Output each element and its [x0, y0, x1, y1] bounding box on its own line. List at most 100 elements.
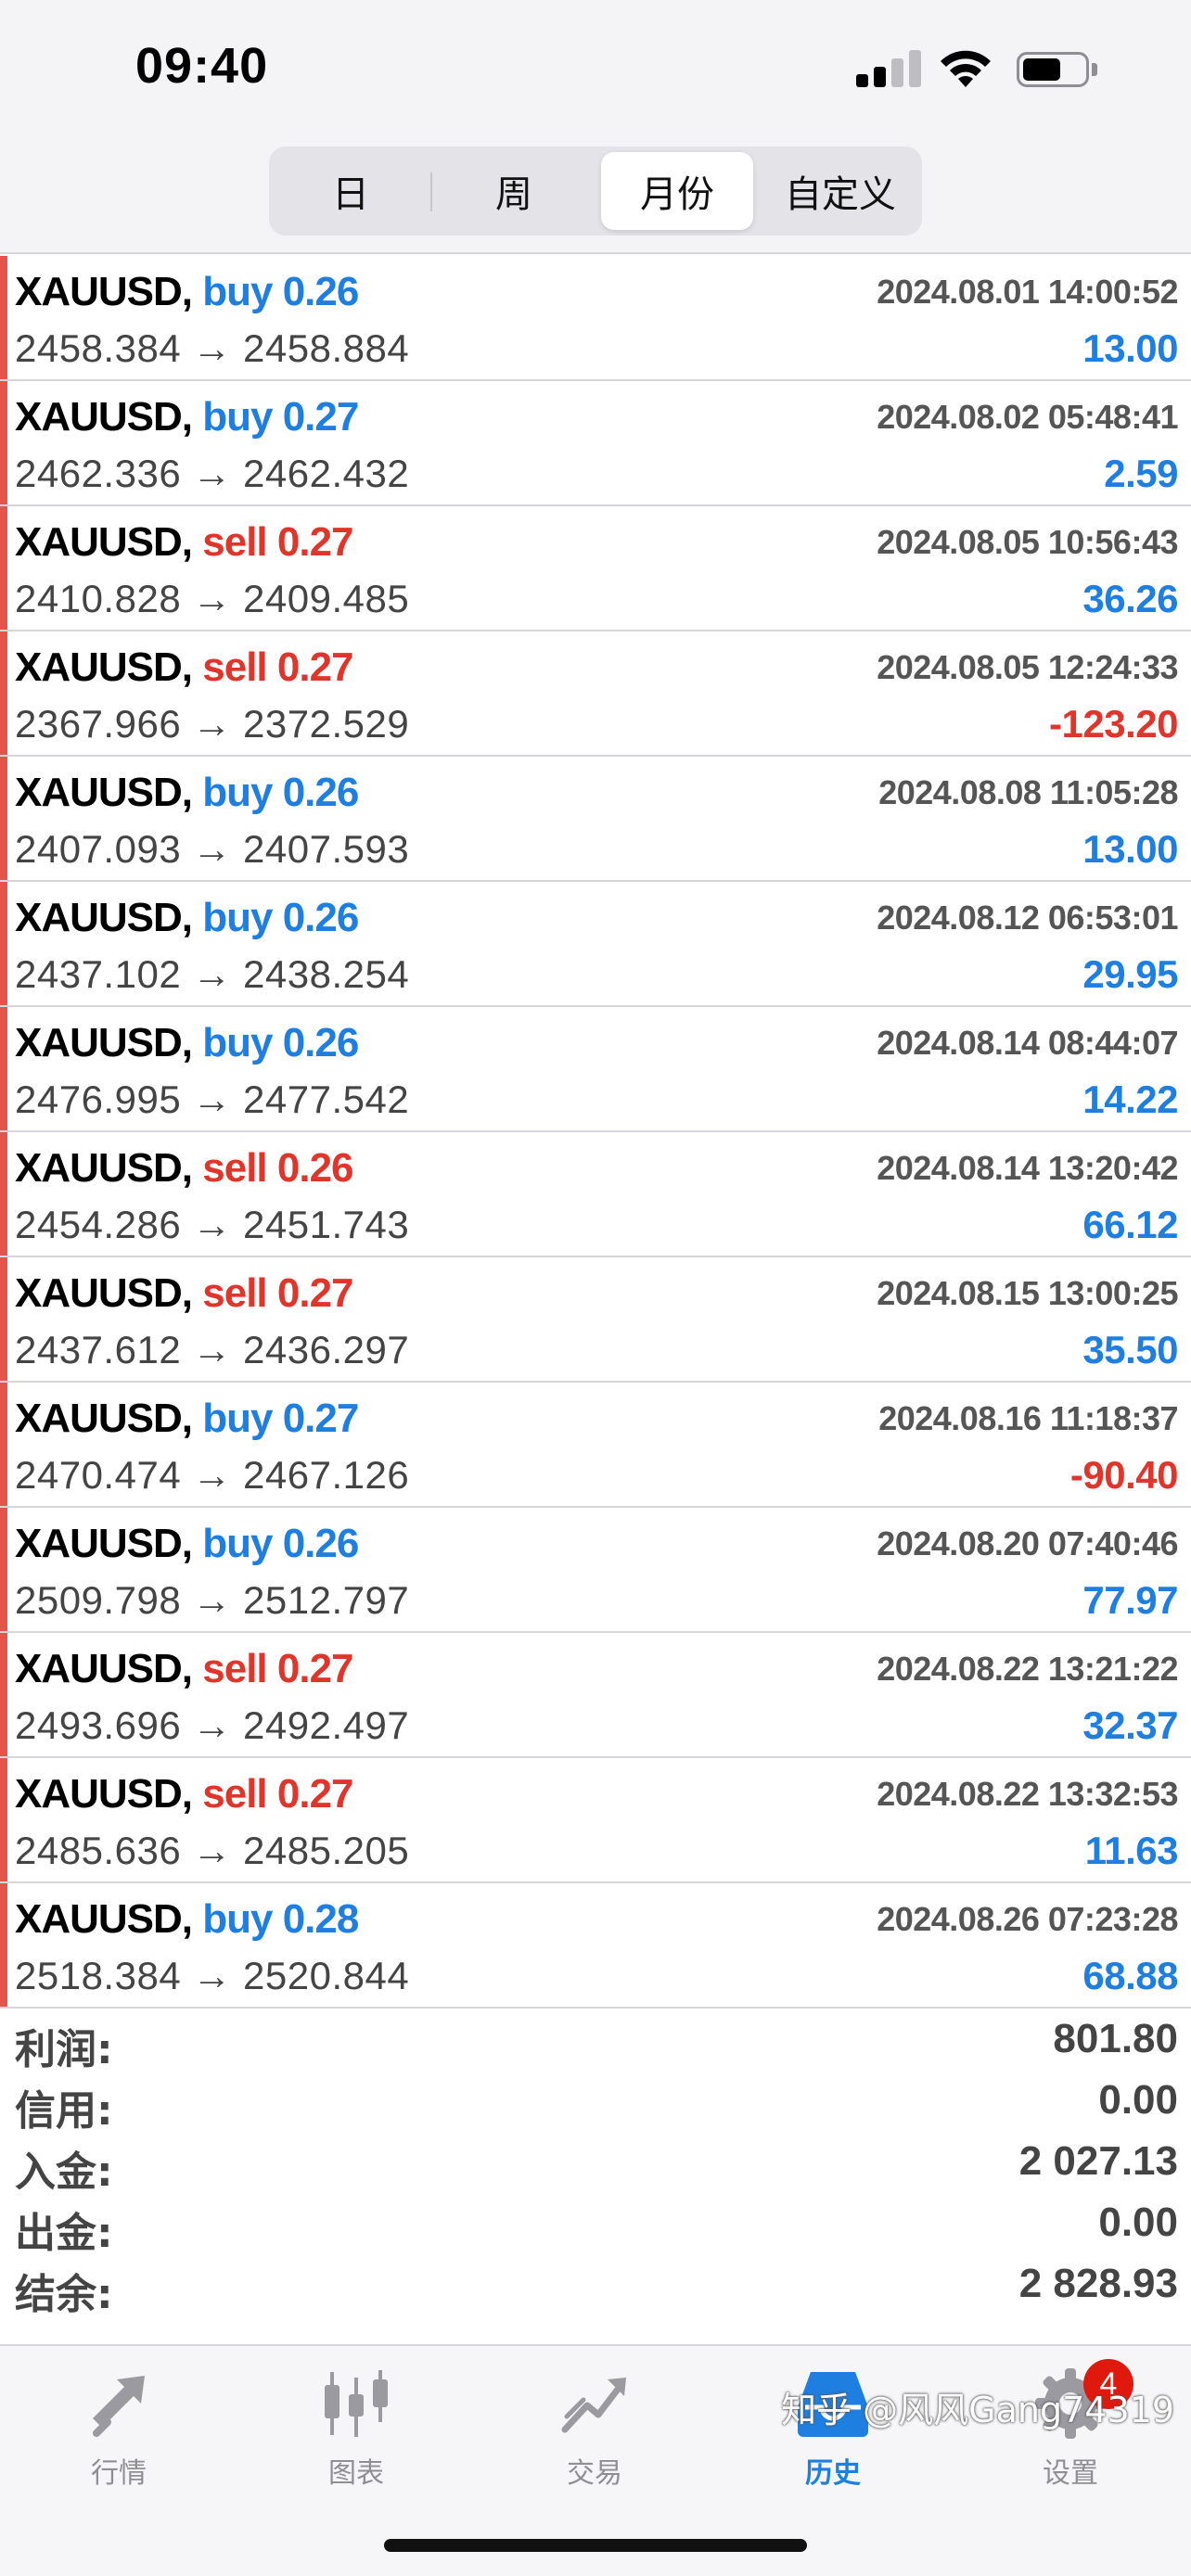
period-month-tab[interactable]: 月份 [601, 152, 753, 230]
trade-row[interactable]: XAUUSD, buy 0.26 2024.08.12 06:53:01 2437.… [0, 882, 1191, 1007]
trade-prices: 2410.828 → 2409.485 [15, 577, 410, 620]
summary-deposit-row: 入金: 2 027.13 [0, 2131, 1191, 2196]
trade-symbol-text: XAUUSD, [15, 269, 193, 314]
tab-quotes[interactable]: 行情 [45, 2365, 193, 2494]
trade-close-time: 2024.08.12 06:53:01 [877, 899, 1178, 937]
trade-side-volume: buy 0.26 [202, 895, 359, 940]
trade-close-time: 2024.08.22 13:32:53 [877, 1775, 1178, 1813]
trade-close-time: 2024.08.08 11:05:28 [878, 773, 1178, 811]
trade-profit: 68.88 [1082, 1954, 1178, 1997]
tab-settings-label: 设置 [1043, 2457, 1098, 2490]
summary-credit-value: 0.00 [1098, 2077, 1178, 2123]
trade-profit: 2.59 [1104, 452, 1178, 495]
trade-prices: 2454.286 → 2451.743 [15, 1203, 410, 1246]
trade-profit: -90.40 [1069, 1453, 1179, 1497]
trade-symbol: XAUUSD, buy 0.27 [15, 1396, 359, 1442]
summary-profit-row: 利润: 801.80 [0, 2009, 1191, 2073]
trade-profit: 14.22 [1082, 1078, 1178, 1121]
trade-row[interactable]: XAUUSD, buy 0.26 2024.08.01 14:00:52 2458.… [0, 256, 1191, 381]
trade-symbol: XAUUSD, sell 0.27 [15, 1771, 354, 1817]
period-day-tab[interactable]: 日 [275, 152, 427, 230]
trade-side-volume: sell 0.27 [202, 1646, 353, 1691]
trade-prices: 2437.612 → 2436.297 [15, 1328, 410, 1371]
trade-close-time: 2024.08.14 08:44:07 [877, 1024, 1178, 1062]
trade-symbol-text: XAUUSD, [15, 644, 193, 690]
tab-chart[interactable]: 图表 [282, 2365, 430, 2494]
trade-side-volume: buy 0.27 [202, 1396, 359, 1441]
trade-row[interactable]: XAUUSD, buy 0.26 2024.08.20 07:40:46 2509.… [0, 1508, 1191, 1633]
trade-profit: -123.20 [1049, 702, 1178, 746]
summary-balance-label: 结余: [15, 2271, 113, 2318]
tab-history-label: 历史 [805, 2457, 861, 2490]
trade-symbol-text: XAUUSD, [15, 1646, 193, 1691]
trade-side-volume: sell 0.27 [202, 519, 353, 565]
trade-side-volume: sell 0.27 [202, 1270, 353, 1316]
trade-symbol-text: XAUUSD, [15, 1396, 193, 1441]
trade-row[interactable]: XAUUSD, sell 0.27 2024.08.22 13:21:22 2493… [0, 1633, 1191, 1758]
period-week-tab[interactable]: 周 [438, 152, 590, 230]
trade-row[interactable]: XAUUSD, buy 0.28 2024.08.26 07:23:28 2518.… [0, 1883, 1191, 2009]
period-segmented-control: 日 周 月份 自定义 [269, 147, 922, 236]
trade-symbol-text: XAUUSD, [15, 1020, 193, 1065]
trade-side-volume: buy 0.26 [202, 1521, 359, 1566]
trade-profit: 36.26 [1082, 577, 1178, 620]
summary-deposit-label: 入金: [15, 2149, 113, 2196]
trade-profit: 77.97 [1082, 1578, 1178, 1622]
trade-symbol-text: XAUUSD, [15, 770, 193, 815]
trade-symbol: XAUUSD, buy 0.27 [15, 394, 359, 440]
trade-symbol-text: XAUUSD, [15, 1270, 193, 1316]
trade-symbol: XAUUSD, buy 0.26 [15, 269, 359, 315]
trade-profit: 29.95 [1082, 952, 1178, 996]
status-bar: 09:40 [0, 0, 1191, 139]
trade-side-volume: buy 0.27 [202, 394, 359, 440]
account-summary: 利润: 801.80 信用: 0.00 入金: 2 027.13 出金: 0.0… [0, 2009, 1191, 2342]
trade-close-time: 2024.08.14 13:20:42 [877, 1149, 1178, 1187]
summary-credit-row: 信用: 0.00 [0, 2070, 1191, 2135]
summary-withdrawal-value: 0.00 [1098, 2200, 1178, 2245]
trade-symbol-text: XAUUSD, [15, 519, 193, 565]
tab-trade-label: 交易 [567, 2457, 622, 2490]
trade-row[interactable]: XAUUSD, buy 0.27 2024.08.02 05:48:41 2462.… [0, 381, 1191, 506]
trade-row[interactable]: XAUUSD, sell 0.27 2024.08.15 13:00:25 2437… [0, 1257, 1191, 1383]
trade-row[interactable]: XAUUSD, sell 0.27 2024.08.05 12:24:33 2367… [0, 631, 1191, 757]
trade-prices: 2518.384 → 2520.844 [15, 1954, 410, 1997]
quotes-arrows-icon [93, 2376, 145, 2437]
battery-cap [1092, 63, 1097, 76]
home-indicator[interactable] [384, 2539, 807, 2552]
trade-trend-icon [561, 2378, 626, 2433]
watermark-text: 知乎 @风风Gang74319 [781, 2390, 1174, 2430]
trade-close-time: 2024.08.20 07:40:46 [877, 1524, 1178, 1562]
trade-row[interactable]: XAUUSD, buy 0.26 2024.08.14 08:44:07 2476.… [0, 1007, 1191, 1132]
trade-prices: 2367.966 → 2372.529 [15, 702, 410, 746]
trade-profit: 13.00 [1082, 827, 1178, 871]
trade-symbol: XAUUSD, buy 0.26 [15, 1020, 359, 1066]
summary-deposit-value: 2 027.13 [1018, 2138, 1178, 2184]
trade-close-time: 2024.08.02 05:48:41 [877, 398, 1178, 436]
trade-symbol-text: XAUUSD, [15, 1896, 193, 1942]
summary-balance-row: 结余: 2 828.93 [0, 2253, 1191, 2318]
trade-side-volume: sell 0.27 [202, 1771, 353, 1817]
trade-close-time: 2024.08.26 07:23:28 [877, 1900, 1178, 1938]
trade-row[interactable]: XAUUSD, sell 0.27 2024.08.22 13:32:53 2485… [0, 1758, 1191, 1883]
summary-withdrawal-row: 出金: 0.00 [0, 2192, 1191, 2257]
trade-profit: 13.00 [1082, 326, 1178, 370]
trade-row[interactable]: XAUUSD, buy 0.27 2024.08.16 11:18:37 2470.… [0, 1383, 1191, 1508]
trade-row[interactable]: XAUUSD, sell 0.26 2024.08.14 13:20:42 2454… [0, 1132, 1191, 1257]
trade-close-time: 2024.08.05 10:56:43 [877, 523, 1178, 561]
candlestick-chart-icon [325, 2370, 388, 2437]
summary-credit-label: 信用: [15, 2087, 113, 2135]
trade-close-time: 2024.08.22 13:21:22 [877, 1650, 1178, 1688]
trade-close-time: 2024.08.01 14:00:52 [877, 273, 1178, 311]
trade-symbol: XAUUSD, buy 0.26 [15, 770, 359, 816]
trade-row[interactable]: XAUUSD, buy 0.26 2024.08.08 11:05:28 2407.… [0, 757, 1191, 882]
summary-balance-value: 2 828.93 [1018, 2261, 1178, 2306]
summary-profit-value: 801.80 [1053, 2016, 1178, 2061]
trade-row[interactable]: XAUUSD, sell 0.27 2024.08.05 10:56:43 2410… [0, 506, 1191, 631]
trade-symbol-text: XAUUSD, [15, 394, 193, 440]
period-custom-tab[interactable]: 自定义 [764, 152, 916, 230]
trade-side-volume: buy 0.26 [202, 770, 359, 815]
segment-divider [430, 172, 432, 211]
tab-trade[interactable]: 交易 [520, 2365, 669, 2494]
trade-prices: 2509.798 → 2512.797 [15, 1578, 410, 1622]
trade-symbol-text: XAUUSD, [15, 1771, 193, 1817]
